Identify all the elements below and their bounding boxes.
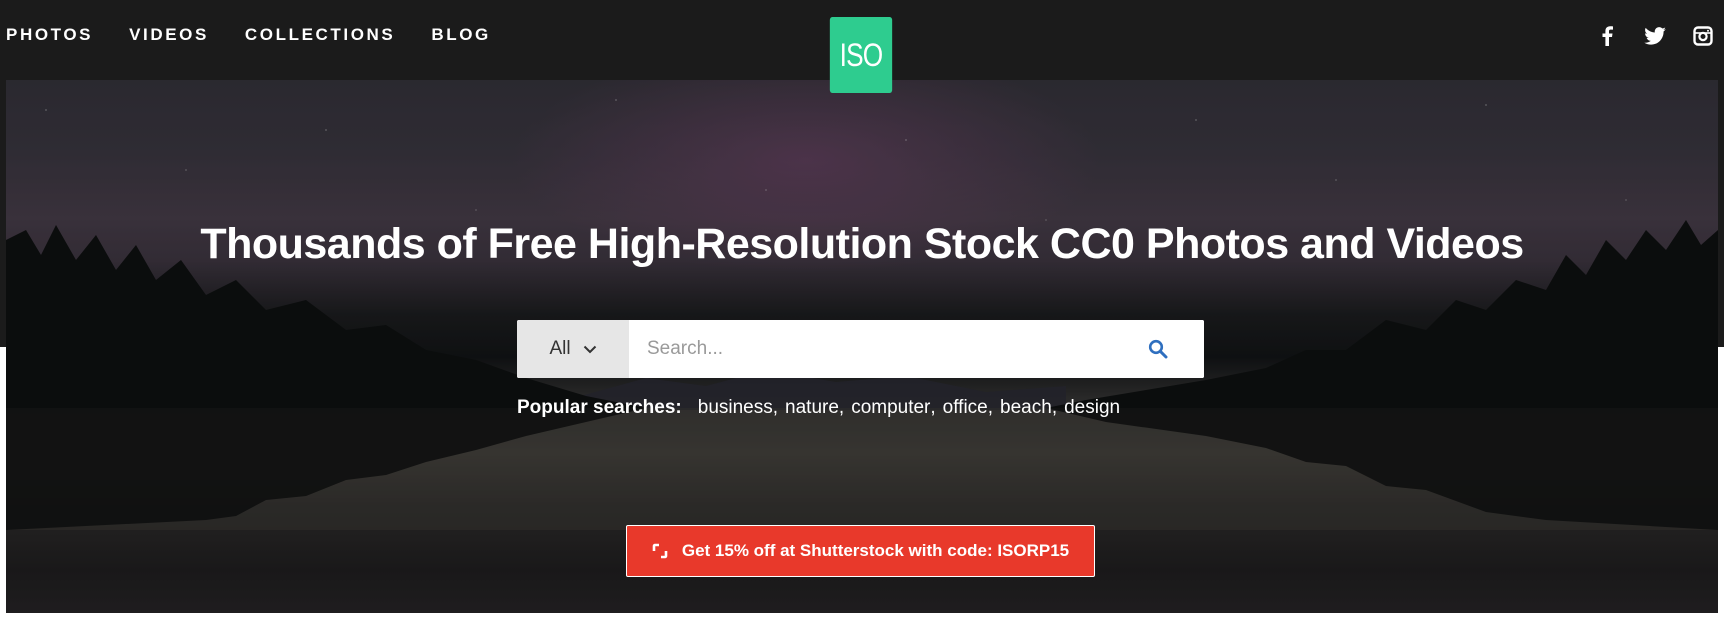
social-links (1594, 24, 1716, 48)
hero-title: Thousands of Free High-Resolution Stock … (200, 220, 1524, 268)
site-logo[interactable]: ISO (829, 17, 893, 93)
popular-searches: Popular searches: business, nature, comp… (517, 396, 1121, 420)
popular-term-office[interactable]: office (943, 396, 988, 420)
shutterstock-icon (652, 543, 668, 559)
popular-term-beach[interactable]: beach (1000, 396, 1052, 420)
popular-term-business[interactable]: business (698, 396, 773, 420)
popular-term-computer[interactable]: computer (851, 396, 930, 420)
search-scope-value: All (549, 338, 571, 359)
popular-term-nature[interactable]: nature (785, 396, 839, 420)
search-icon (1148, 339, 1168, 359)
popular-searches-label: Popular searches: (517, 397, 682, 418)
search-button[interactable] (1112, 320, 1204, 378)
nav-videos[interactable]: VIDEOS (129, 25, 209, 45)
search-scope-dropdown[interactable]: All (517, 320, 629, 378)
chevron-down-icon (583, 345, 596, 353)
search-input[interactable] (629, 320, 1112, 378)
nav-blog[interactable]: BLOG (431, 25, 491, 45)
shutterstock-promo-button[interactable]: Get 15% off at Shutterstock with code: I… (626, 525, 1095, 577)
nav-collections[interactable]: COLLECTIONS (245, 25, 395, 45)
nav-photos[interactable]: PHOTOS (6, 25, 93, 45)
twitter-icon[interactable] (1642, 24, 1668, 48)
facebook-icon[interactable] (1594, 24, 1620, 48)
search-bar: All (517, 320, 1204, 378)
promo-label: Get 15% off at Shutterstock with code: I… (681, 541, 1070, 560)
popular-term-design[interactable]: design (1064, 396, 1120, 420)
instagram-icon[interactable] (1690, 24, 1716, 48)
hero-banner: Thousands of Free High-Resolution Stock … (6, 80, 1718, 613)
main-nav: PHOTOS VIDEOS COLLECTIONS BLOG (6, 25, 527, 45)
